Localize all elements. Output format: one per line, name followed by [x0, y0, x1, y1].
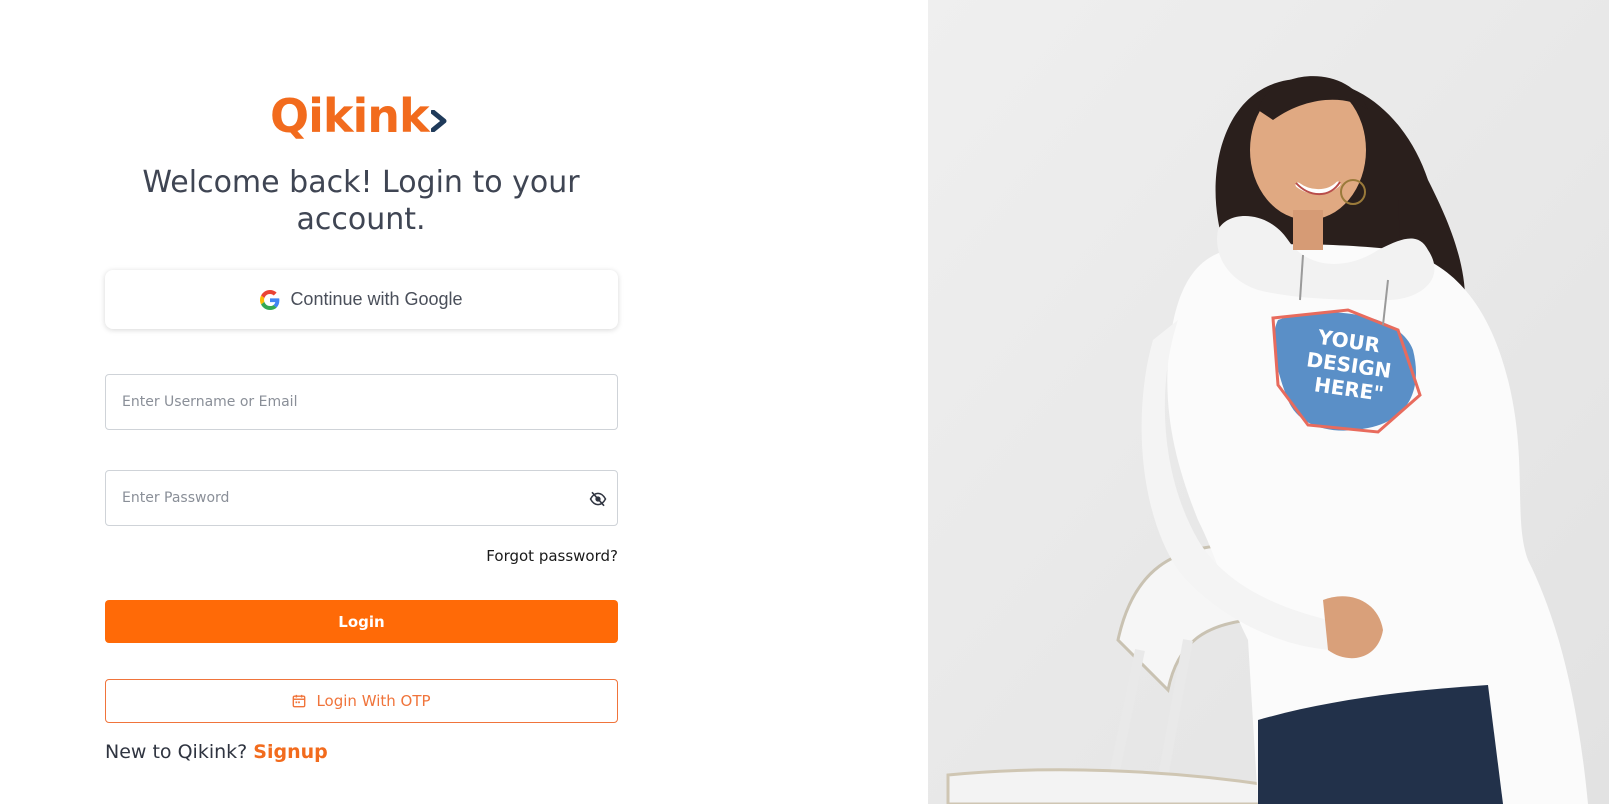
calendar-icon: [293, 694, 306, 708]
forgot-password-link[interactable]: Forgot password?: [420, 547, 618, 565]
otp-button-label: Login With OTP: [316, 692, 431, 710]
hero-model-photo: YOUR DESIGN HERE": [928, 0, 1609, 804]
signup-prompt: New to Qikink?: [105, 741, 248, 763]
eye-off-icon[interactable]: [589, 490, 607, 508]
hero-image-panel: YOUR DESIGN HERE": [928, 0, 1609, 804]
logo-wordmark: Qikink: [270, 89, 430, 143]
username-input[interactable]: [106, 375, 617, 429]
password-field-wrapper: [105, 470, 618, 526]
login-with-otp-button[interactable]: Login With OTP: [105, 679, 618, 723]
signup-link[interactable]: Signup: [253, 741, 327, 763]
google-button-label: Continue with Google: [290, 289, 463, 309]
login-button[interactable]: Login: [105, 600, 618, 643]
qikink-logo[interactable]: Qikink: [270, 88, 454, 144]
page-title: Welcome back! Login to your account.: [142, 165, 580, 237]
google-icon: [260, 289, 280, 310]
login-panel: Qikink Welcome back! Login to your accou…: [0, 0, 928, 804]
signup-row: New to Qikink? Signup: [105, 741, 328, 763]
continue-with-google-button[interactable]: Continue with Google: [105, 270, 618, 329]
logo-chevron-icon: [430, 110, 447, 132]
password-input[interactable]: [106, 471, 617, 525]
username-field-wrapper: [105, 374, 618, 430]
